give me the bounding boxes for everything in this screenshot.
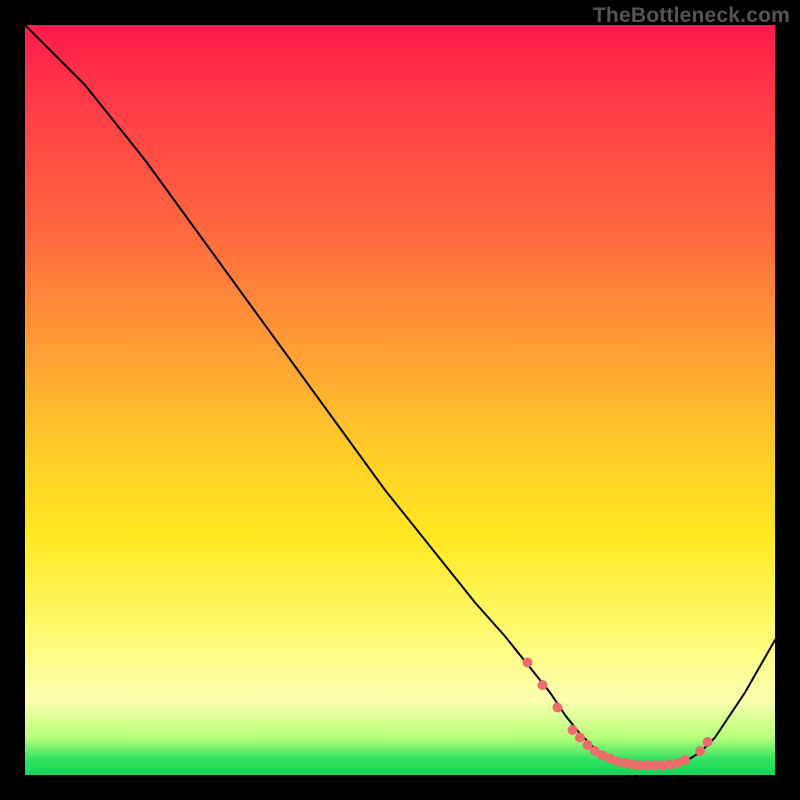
data-marker (576, 733, 585, 742)
bottleneck-curve (25, 25, 775, 766)
data-marker (553, 703, 562, 712)
chart-svg (25, 25, 775, 775)
data-marker (583, 741, 592, 750)
data-markers (523, 658, 712, 770)
watermark-text: TheBottleneck.com (593, 4, 790, 28)
data-marker (696, 747, 705, 756)
chart-frame: TheBottleneck.com (0, 0, 800, 800)
data-marker (681, 756, 690, 765)
data-marker (538, 681, 547, 690)
curve-group (25, 25, 775, 770)
data-marker (568, 726, 577, 735)
data-marker (703, 738, 712, 747)
data-marker (523, 658, 532, 667)
chart-plot-area (25, 25, 775, 775)
